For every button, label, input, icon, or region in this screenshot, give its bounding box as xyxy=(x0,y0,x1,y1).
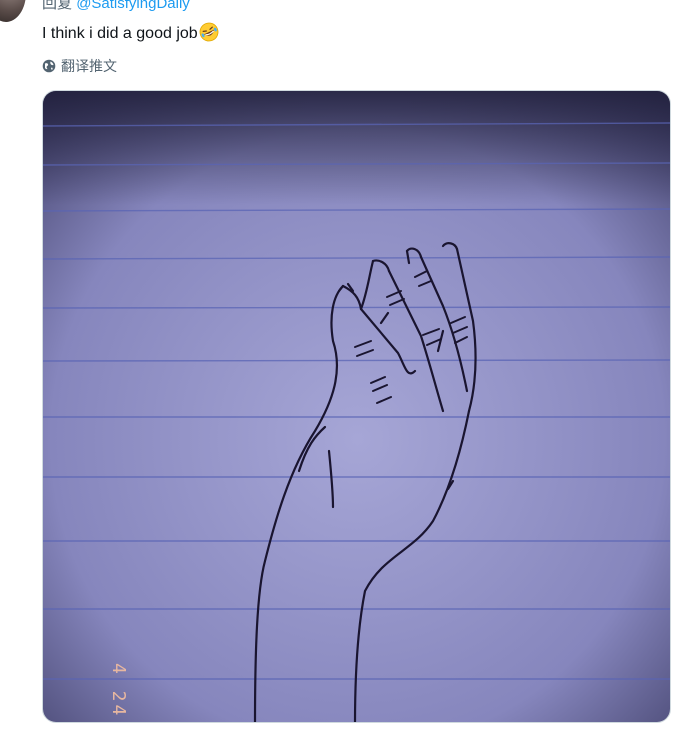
reply-prefix: 回复 xyxy=(42,0,73,12)
translate-tweet-link[interactable]: 翻译推文 xyxy=(42,56,117,76)
date-stamp: 4 24 '19 xyxy=(108,663,129,723)
tweet-media-image[interactable]: 4 24 '19 xyxy=(42,90,671,723)
translate-label: 翻译推文 xyxy=(61,58,117,74)
globe-icon xyxy=(42,59,56,73)
mention-link[interactable]: @SatisfyingDaily xyxy=(76,0,190,12)
tweet-text: I think i did a good job xyxy=(42,22,219,43)
reply-context: 回复 @SatisfyingDaily xyxy=(42,0,190,13)
tweet-body: I think i did a good job xyxy=(42,25,198,42)
avatar[interactable] xyxy=(0,0,26,22)
rolling-on-floor-laughing-icon xyxy=(199,22,219,42)
hand-drawing-photo xyxy=(43,91,670,722)
